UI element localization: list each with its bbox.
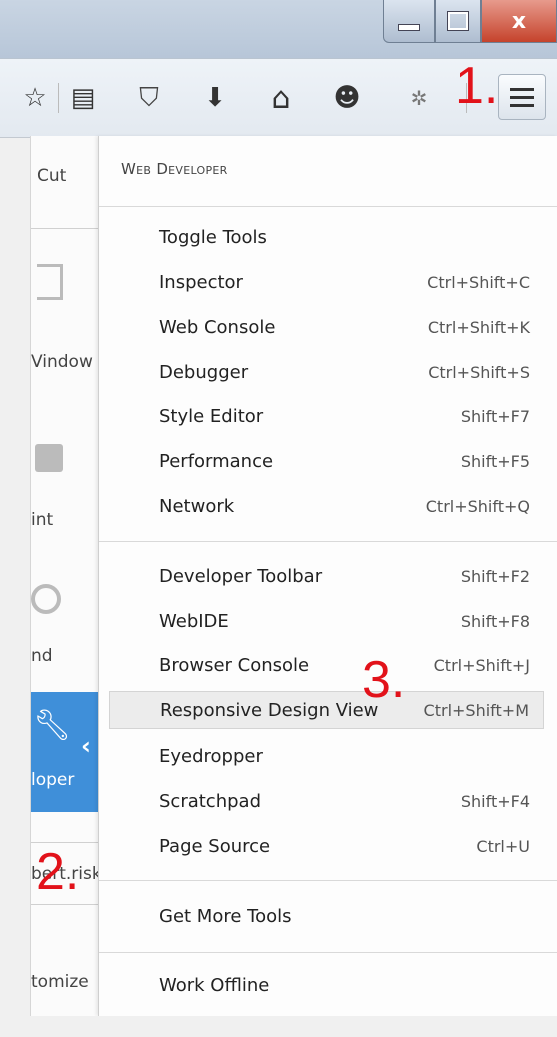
- menu-item-label: Browser Console: [159, 654, 310, 676]
- annotation-step-2: 2.: [36, 843, 80, 901]
- divider: [99, 206, 557, 207]
- maximize-button[interactable]: [435, 0, 481, 43]
- menu-item-shortcut: Ctrl+Shift+K: [427, 317, 530, 337]
- menu-item-label: Toggle Tools: [159, 226, 267, 248]
- web-developer-menu: Web Developer Toggle Tools Inspector Ctr…: [98, 136, 557, 1016]
- menu-header: Web Developer: [121, 160, 228, 178]
- menu-item-get-more-tools[interactable]: Get More Tools: [109, 899, 544, 933]
- hello-icon[interactable]: ☻: [330, 81, 364, 115]
- download-icon[interactable]: ⬇: [198, 81, 232, 115]
- menu-item-label: Page Source: [159, 835, 271, 857]
- menu-item-label: Performance: [159, 450, 274, 472]
- close-icon: x: [511, 8, 527, 34]
- menu-item-shortcut: Ctrl+U: [476, 836, 530, 856]
- menu-bar-icon: [510, 87, 534, 91]
- new-window-button[interactable]: Vindow: [31, 352, 93, 372]
- menu-item-label: WebIDE: [159, 610, 229, 632]
- menu-item-page-source[interactable]: Page Source Ctrl+U: [109, 829, 544, 863]
- menu-item-shortcut: Ctrl+Shift+J: [433, 655, 530, 675]
- menu-item-shortcut: Ctrl+Shift+Q: [425, 496, 530, 516]
- menu-item-style-editor[interactable]: Style Editor Shift+F7: [109, 399, 544, 433]
- wrench-icon: 🔧︎: [33, 708, 72, 743]
- menu-bar-icon: [510, 95, 534, 99]
- minimize-button[interactable]: [383, 0, 435, 43]
- home-icon[interactable]: ⌂: [264, 81, 298, 116]
- menu-item-responsive-design-view[interactable]: Responsive Design View Ctrl+Shift+M: [109, 691, 544, 729]
- customize-button[interactable]: tomize: [31, 972, 89, 992]
- cut-button[interactable]: Cut: [37, 166, 66, 186]
- menu-bar-icon: [510, 103, 534, 107]
- menu-item-scratchpad[interactable]: Scratchpad Shift+F4: [109, 784, 544, 818]
- menu-item-work-offline[interactable]: Work Offline: [109, 968, 544, 1002]
- menu-item-web-console[interactable]: Web Console Ctrl+Shift+K: [109, 310, 544, 344]
- star-icon[interactable]: ☆: [18, 81, 52, 115]
- menu-item-label: Web Console: [159, 316, 276, 338]
- menu-item-shortcut: Shift+F4: [460, 791, 530, 811]
- menu-header-word: Developer: [156, 160, 228, 178]
- menu-item-network[interactable]: Network Ctrl+Shift+Q: [109, 489, 544, 523]
- menu-item-toggle-tools[interactable]: Toggle Tools: [109, 220, 544, 254]
- toolbar-separator: [58, 83, 59, 113]
- title-bar: x: [0, 0, 557, 58]
- menu-item-label: Style Editor: [159, 405, 264, 427]
- menu-item-eyedropper[interactable]: Eyedropper: [109, 739, 544, 773]
- menu-header-word: Web: [121, 160, 152, 178]
- menu-item-shortcut: Ctrl+Shift+M: [423, 700, 529, 720]
- menu-item-performance[interactable]: Performance Shift+F5: [109, 444, 544, 478]
- divider: [31, 228, 101, 229]
- find-icon: [31, 584, 61, 614]
- menu-item-shortcut: Ctrl+Shift+S: [428, 362, 530, 382]
- menu-item-shortcut: Shift+F5: [460, 451, 530, 471]
- print-button[interactable]: int: [31, 510, 53, 530]
- window-controls: x: [383, 0, 557, 44]
- menu-item-label: Eyedropper: [159, 745, 263, 767]
- reading-list-icon[interactable]: ▤: [66, 81, 100, 115]
- divider: [99, 952, 557, 953]
- menu-item-shortcut: Shift+F7: [460, 406, 530, 426]
- chevron-left-icon: ‹: [81, 732, 91, 760]
- menu-item-label: Network: [159, 495, 235, 517]
- menu-item-inspector[interactable]: Inspector Ctrl+Shift+C: [109, 265, 544, 299]
- close-button[interactable]: x: [481, 0, 557, 43]
- menu-item-developer-toolbar[interactable]: Developer Toolbar Shift+F2: [109, 559, 544, 593]
- open-menu-button[interactable]: [498, 74, 546, 120]
- menu-item-label: Scratchpad: [159, 790, 261, 812]
- menu-item-label: Get More Tools: [159, 905, 292, 927]
- menu-item-webide[interactable]: WebIDE Shift+F8: [109, 604, 544, 638]
- menu-item-label: Developer Toolbar: [159, 565, 323, 587]
- divider: [99, 880, 557, 881]
- menu-item-debugger[interactable]: Debugger Ctrl+Shift+S: [109, 355, 544, 389]
- developer-label: loper: [31, 770, 75, 790]
- menu-item-shortcut: Shift+F8: [460, 611, 530, 631]
- maximize-icon: [447, 11, 469, 31]
- menu-item-label: Inspector: [159, 271, 243, 293]
- menu-item-label: Work Offline: [159, 974, 270, 996]
- menu-item-label: Responsive Design View: [160, 699, 379, 721]
- minimize-icon: [398, 23, 420, 31]
- menu-item-browser-console[interactable]: Browser Console Ctrl+Shift+J: [109, 648, 544, 682]
- window-bottom: [0, 1016, 557, 1037]
- annotation-step-1: 1.: [455, 57, 499, 115]
- divider: [99, 541, 557, 542]
- menu-item-label: Debugger: [159, 361, 249, 383]
- annotation-step-3: 3.: [362, 651, 406, 709]
- pocket-icon[interactable]: ⛉: [132, 81, 166, 115]
- menu-item-shortcut: Ctrl+Shift+C: [427, 272, 530, 292]
- menu-item-shortcut: Shift+F2: [460, 566, 530, 586]
- extension-icon[interactable]: ✲: [402, 81, 436, 115]
- new-window-icon: [37, 264, 63, 300]
- find-button[interactable]: nd: [31, 646, 53, 666]
- print-icon: [35, 444, 63, 472]
